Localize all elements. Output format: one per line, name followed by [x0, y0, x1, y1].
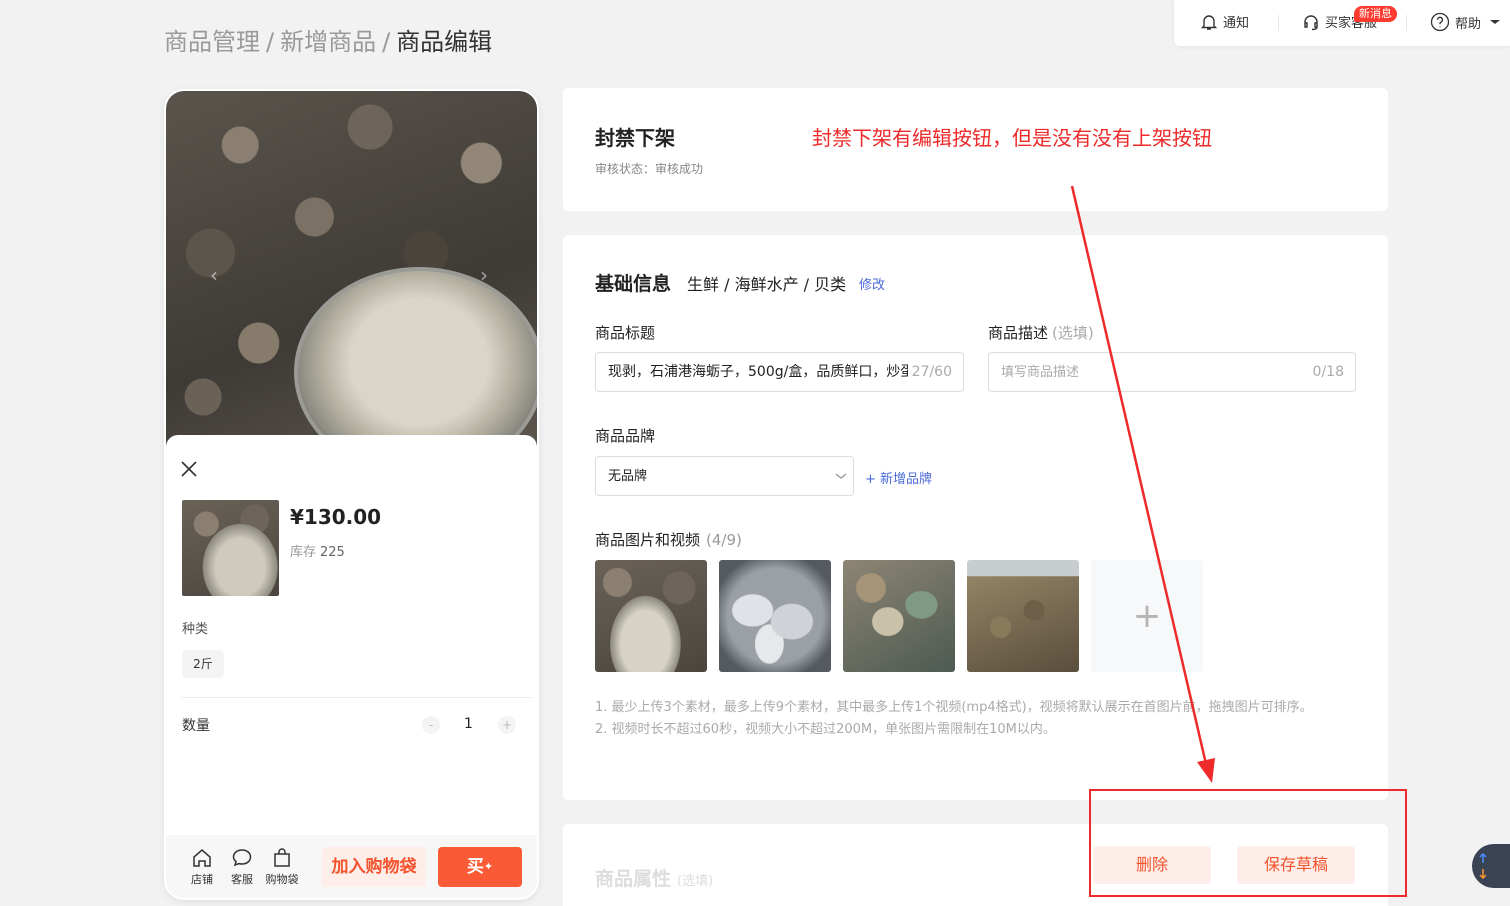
add-media-button[interactable]: + — [1091, 560, 1203, 672]
media-thumbnail[interactable] — [967, 560, 1079, 672]
description-placeholder: 填写商品描述 — [1001, 365, 1080, 380]
annotation-note: 封禁下架有编辑按钮，但是没有没有上架按钮 — [812, 126, 1212, 150]
floating-widget[interactable] — [1472, 844, 1510, 888]
sku-thumbnail — [182, 500, 279, 596]
category-path: 生鲜 / 海鲜水产 / 贝类 — [687, 275, 847, 294]
breadcrumb-separator: / — [266, 28, 275, 56]
status-title: 封禁下架 — [595, 126, 675, 150]
divider — [182, 697, 532, 698]
basic-info-title: 基础信息 — [595, 273, 672, 295]
quantity-value: 1 — [464, 716, 473, 732]
attributes-title-text: 商品属性 — [595, 868, 672, 890]
description-label-text: 商品描述 — [988, 324, 1049, 342]
stock-label: 库存 — [290, 545, 317, 560]
toolbar-divider — [1406, 15, 1407, 31]
brand-field-label: 商品品牌 — [595, 427, 656, 445]
upload-hint-2: 2. 视频时长不超过60秒，视频大小不超过200M，单张图片需限制在10M以内。 — [595, 722, 1056, 737]
new-message-badge: 新消息 — [1354, 6, 1397, 22]
description-optional: (选填) — [1052, 324, 1094, 342]
description-char-counter: 0/18 — [1308, 353, 1344, 391]
shopping-bag-tab[interactable]: 购物袋 — [262, 847, 302, 887]
breadcrumb-product-management[interactable]: 商品管理 — [164, 28, 260, 56]
description-input[interactable]: 填写商品描述 0/18 — [988, 352, 1356, 392]
attributes-title: 商品属性 (选填) — [595, 864, 713, 891]
upload-hint-1: 1. 最少上传3个素材，最多上传9个素材，其中最多上传1个视频(mp4格式)，视… — [595, 700, 1313, 715]
add-to-cart-button[interactable]: 加入购物袋 — [322, 847, 426, 887]
sparkle-icon: ✦ — [483, 860, 494, 873]
mobile-preview: ‹ › ¥130.00 库存 225 种类 2斤 数量 - 1 + 店铺 客服 购… — [164, 89, 539, 900]
home-icon — [193, 849, 211, 867]
title-field-label: 商品标题 — [595, 324, 656, 342]
basic-info-card: 基础信息 生鲜 / 海鲜水产 / 贝类 修改 商品标题 现剥，石浦港海蛎子，50… — [563, 235, 1388, 800]
help-icon — [1430, 12, 1450, 32]
notification-button[interactable]: 通知 — [1200, 12, 1249, 31]
title-input-value: 现剥，石浦港海蛎子，500g/盒，品质鲜口，炒蛋 — [608, 364, 915, 380]
toolbar-divider — [1278, 15, 1279, 31]
review-status: 审核状态：审核成功 — [595, 160, 703, 177]
sku-type-label: 种类 — [182, 622, 209, 637]
attributes-optional: (选填) — [677, 874, 714, 889]
chevron-right-icon[interactable]: › — [480, 263, 488, 287]
description-field-label: 商品描述 (选填) — [988, 322, 1094, 343]
notification-label: 通知 — [1223, 16, 1250, 31]
bell-icon — [1200, 14, 1218, 30]
help-label: 帮助 — [1455, 16, 1482, 32]
media-thumbnail[interactable] — [843, 560, 955, 672]
media-thumbnail[interactable] — [595, 560, 707, 672]
shop-tab[interactable]: 店铺 — [182, 847, 222, 887]
brand-select-value: 无品牌 — [608, 469, 648, 484]
sku-sheet: ¥130.00 库存 225 种类 2斤 数量 - 1 + — [166, 435, 537, 898]
media-count: (4/9) — [706, 531, 742, 549]
review-status-label: 审核状态： — [595, 162, 656, 176]
breadcrumb-add-product[interactable]: 新增商品 — [280, 28, 376, 56]
sku-price: ¥130.00 — [290, 505, 382, 529]
arrows-updown-icon — [1479, 852, 1487, 880]
quantity-minus-button[interactable]: - — [422, 716, 440, 734]
shopping-bag-tab-label: 购物袋 — [265, 873, 299, 886]
sku-stock: 库存 225 — [290, 541, 345, 560]
stock-value: 225 — [320, 545, 345, 560]
review-status-value: 审核成功 — [655, 162, 704, 176]
caret-down-icon — [1490, 20, 1501, 24]
sku-option-chip[interactable]: 2斤 — [182, 650, 224, 678]
breadcrumb-separator: / — [382, 28, 391, 56]
title-input[interactable]: 现剥，石浦港海蛎子，500g/盒，品质鲜口，炒蛋 27/60 — [595, 352, 964, 392]
chat-bubble-icon — [232, 849, 252, 867]
brand-select[interactable]: 无品牌 — [595, 456, 854, 496]
chevron-down-icon — [835, 473, 847, 479]
title-char-counter: 27/60 — [907, 353, 952, 391]
service-tab[interactable]: 客服 — [222, 847, 262, 887]
close-icon[interactable] — [180, 459, 198, 483]
breadcrumb-current: 商品编辑 — [396, 28, 493, 56]
top-toolbar: 通知 买家客服 帮助 — [1174, 0, 1510, 46]
shop-tab-label: 店铺 — [191, 873, 213, 886]
shopping-bag-icon — [274, 848, 290, 867]
quantity-plus-button[interactable]: + — [498, 716, 516, 734]
headset-icon — [1304, 14, 1318, 30]
bottom-action-bar: 店铺 客服 购物袋 加入购物袋 买✦ — [166, 835, 537, 898]
annotation-highlight-box — [1089, 789, 1407, 897]
help-button[interactable]: 帮助 — [1430, 12, 1508, 32]
media-thumbnail[interactable] — [719, 560, 831, 672]
buy-button[interactable]: 买✦ — [438, 847, 522, 887]
edit-category-link[interactable]: 修改 — [859, 274, 885, 293]
media-field-label: 商品图片和视频 (4/9) — [595, 529, 742, 550]
service-tab-label: 客服 — [231, 873, 253, 886]
buy-button-label: 买 — [466, 857, 484, 877]
add-brand-link[interactable]: + 新增品牌 — [865, 468, 932, 487]
quantity-label: 数量 — [182, 718, 210, 734]
media-label-text: 商品图片和视频 — [595, 531, 701, 549]
breadcrumb: 商品管理 / 新增商品 / 商品编辑 — [164, 22, 492, 57]
chevron-left-icon[interactable]: ‹ — [210, 263, 218, 287]
